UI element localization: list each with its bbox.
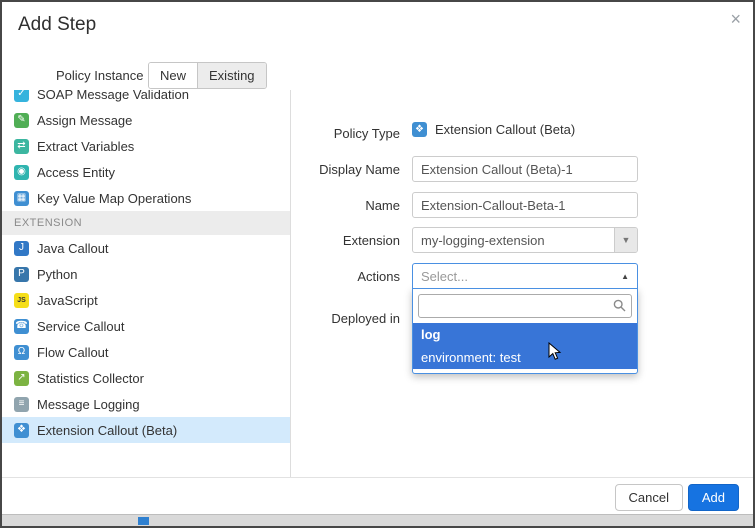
policy-type-icon: ❖ <box>412 122 427 137</box>
policy-item-label: JavaScript <box>37 293 98 308</box>
policy-item-flow-callout[interactable]: Ω Flow Callout <box>2 339 290 365</box>
policy-item-extension-callout-beta[interactable]: ❖ Extension Callout (Beta) <box>2 417 290 443</box>
policy-item-label: Service Callout <box>37 319 124 334</box>
policy-item-javascript[interactable]: JS JavaScript <box>2 287 290 313</box>
actions-search <box>418 294 632 318</box>
name-input[interactable] <box>412 192 638 218</box>
extension-select[interactable]: my-logging-extension ▼ <box>412 227 638 253</box>
background-page-icon <box>138 517 149 525</box>
policy-item-label: Extract Variables <box>37 139 134 154</box>
actions-select-placeholder: Select... <box>413 269 621 284</box>
actions-dropdown-panel: log environment: test <box>412 288 638 374</box>
display-name-input[interactable] <box>412 156 638 182</box>
policy-item-label: Message Logging <box>37 397 140 412</box>
policy-item-key-value-map-operations[interactable]: ▦ Key Value Map Operations <box>2 185 290 211</box>
add-step-modal: Add Step × Policy Instance New Existing … <box>0 0 755 528</box>
extension-select-value: my-logging-extension <box>413 233 614 248</box>
key-value-map-icon: ▦ <box>14 191 29 206</box>
policy-type-value-row: ❖ Extension Callout (Beta) <box>412 122 575 137</box>
message-logging-icon: ≡ <box>14 397 29 412</box>
modal-title: Add Step <box>18 14 96 36</box>
java-callout-icon: J <box>14 241 29 256</box>
policy-instance-toggle: New Existing <box>148 62 267 89</box>
policy-item-label: Access Entity <box>37 165 115 180</box>
policy-item-assign-message[interactable]: ✎ Assign Message <box>2 107 290 133</box>
extension-label: Extension <box>300 233 400 248</box>
statistics-collector-icon: ↗ <box>14 371 29 386</box>
actions-option-environment-test[interactable]: environment: test <box>413 346 637 369</box>
policy-item-label: Flow Callout <box>37 345 109 360</box>
actions-select[interactable]: Select... ▲ <box>412 263 638 289</box>
cancel-button[interactable]: Cancel <box>615 484 683 511</box>
policy-item-message-logging[interactable]: ≡ Message Logging <box>2 391 290 417</box>
policy-item-label: Java Callout <box>37 241 109 256</box>
policy-type-value: Extension Callout (Beta) <box>435 122 575 137</box>
extension-callout-icon: ❖ <box>14 423 29 438</box>
policy-instance-label: Policy Instance <box>56 68 143 83</box>
toggle-new[interactable]: New <box>149 63 197 88</box>
policy-item-label: Statistics Collector <box>37 371 144 386</box>
actions-search-input[interactable] <box>418 294 632 318</box>
policy-item-label: Python <box>37 267 77 282</box>
actions-option-log[interactable]: log <box>413 323 637 346</box>
policy-list: ✓ SOAP Message Validation ✎ Assign Messa… <box>2 90 290 454</box>
deployed-in-label: Deployed in <box>300 311 400 326</box>
search-icon <box>613 299 626 312</box>
policy-item-soap-message-validation[interactable]: ✓ SOAP Message Validation <box>2 90 290 107</box>
extract-variables-icon: ⇄ <box>14 139 29 154</box>
name-label: Name <box>300 198 400 213</box>
add-button[interactable]: Add <box>688 484 739 511</box>
javascript-icon: JS <box>14 293 29 308</box>
policy-item-label: Extension Callout (Beta) <box>37 423 177 438</box>
policy-item-access-entity[interactable]: ◉ Access Entity <box>2 159 290 185</box>
panel-divider <box>290 90 291 477</box>
policy-item-service-callout[interactable]: ☎ Service Callout <box>2 313 290 339</box>
policy-item-extract-variables[interactable]: ⇄ Extract Variables <box>2 133 290 159</box>
policy-item-java-callout[interactable]: J Java Callout <box>2 235 290 261</box>
chevron-down-icon[interactable]: ▼ <box>614 228 637 252</box>
policy-item-label: SOAP Message Validation <box>37 90 189 102</box>
policy-type-label: Policy Type <box>300 126 400 141</box>
access-entity-icon: ◉ <box>14 165 29 180</box>
flow-callout-icon: Ω <box>14 345 29 360</box>
chevron-up-icon: ▲ <box>621 272 637 281</box>
display-name-label: Display Name <box>300 162 400 177</box>
policy-item-label: Key Value Map Operations <box>37 191 191 206</box>
soap-message-validation-icon: ✓ <box>14 90 29 102</box>
background-page-strip <box>2 514 753 526</box>
policy-item-label: Assign Message <box>37 113 132 128</box>
python-icon: P <box>14 267 29 282</box>
extension-section-header: EXTENSION <box>2 211 290 235</box>
policy-item-python[interactable]: P Python <box>2 261 290 287</box>
assign-message-icon: ✎ <box>14 113 29 128</box>
footer-divider <box>2 477 753 478</box>
policy-item-statistics-collector[interactable]: ↗ Statistics Collector <box>2 365 290 391</box>
close-icon[interactable]: × <box>730 10 741 28</box>
toggle-existing[interactable]: Existing <box>197 63 266 88</box>
service-callout-icon: ☎ <box>14 319 29 334</box>
actions-label: Actions <box>300 269 400 284</box>
